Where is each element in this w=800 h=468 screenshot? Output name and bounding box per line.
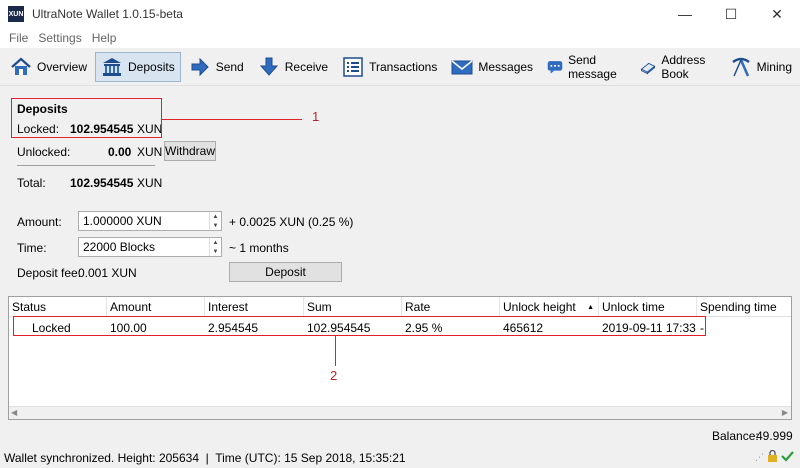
column-rate[interactable]: Rate	[402, 297, 500, 317]
horizontal-scrollbar[interactable]: ◀ ▶	[9, 406, 791, 419]
column-unlock-height[interactable]: Unlock height ▲	[500, 297, 599, 317]
list-icon	[343, 56, 363, 77]
column-sum[interactable]: Sum	[304, 297, 402, 317]
tab-address-book[interactable]: Address Book	[634, 52, 721, 82]
status-bar: Wallet synchronized. Height: 205634 | Ti…	[0, 448, 800, 468]
amount-value: 1.000000 XUN	[83, 214, 162, 228]
tab-receive-label: Receive	[284, 59, 329, 74]
send-arrow-icon	[191, 57, 209, 76]
annotation-box-1	[11, 98, 162, 138]
menu-help[interactable]: Help	[87, 31, 122, 45]
unlocked-unit: XUN	[137, 145, 163, 159]
time-label: Time:	[17, 241, 47, 255]
menu-file[interactable]: File	[4, 31, 33, 45]
menu-bar: File Settings Help	[0, 28, 800, 48]
balance-label: Balance:	[712, 429, 759, 443]
title-bar: XUN UltraNote Wallet 1.0.15-beta — ☐ ✕	[0, 0, 800, 28]
column-unlock-time[interactable]: Unlock time	[599, 297, 697, 317]
app-logo-icon: XUN	[8, 6, 24, 22]
maximize-button[interactable]: ☐	[708, 0, 754, 28]
resize-grip-icon: ⋰	[755, 452, 764, 462]
column-unlock-height-label: Unlock height	[503, 300, 576, 314]
checkmark-icon	[781, 450, 794, 465]
pickaxe-icon	[731, 57, 750, 77]
menu-settings[interactable]: Settings	[33, 31, 86, 45]
home-icon	[11, 57, 31, 75]
deposit-button[interactable]: Deposit	[229, 262, 342, 282]
deposits-table: Status Amount Interest Sum Rate Unlock h…	[8, 296, 792, 420]
annotation-label-1: 1	[312, 109, 320, 124]
column-amount[interactable]: Amount	[107, 297, 205, 317]
tab-overview[interactable]: Overview	[4, 52, 93, 82]
unlocked-value: 0.00	[108, 145, 132, 159]
amount-stepper[interactable]: ▲ ▼	[209, 212, 221, 230]
tab-deposits-label: Deposits	[128, 59, 175, 74]
book-icon	[640, 62, 656, 74]
time-value: 22000 Blocks	[83, 240, 156, 254]
table-header: Status Amount Interest Sum Rate Unlock h…	[9, 297, 791, 317]
annotation-line-1	[162, 119, 302, 120]
up-arrow-icon[interactable]: ▲	[210, 212, 221, 221]
time-duration-note: ~ 1 months	[229, 241, 289, 255]
tab-send-message[interactable]: Send message	[541, 52, 632, 82]
column-interest[interactable]: Interest	[205, 297, 304, 317]
deposit-fee-label: Deposit fee:	[17, 266, 82, 280]
summary-divider	[17, 165, 155, 166]
receive-arrow-icon	[259, 57, 278, 76]
minimize-button[interactable]: —	[662, 0, 708, 28]
tab-send-message-label: Send message	[568, 52, 617, 81]
balance-value: 49.999	[756, 429, 793, 443]
deposit-fee-value: 0.001 XUN	[78, 266, 137, 280]
tab-mining[interactable]: Mining	[724, 52, 798, 82]
close-button[interactable]: ✕	[754, 0, 800, 28]
withdraw-button[interactable]: Withdraw	[164, 141, 216, 161]
tab-messages-label: Messages	[478, 59, 534, 74]
tab-transactions[interactable]: Transactions	[336, 52, 443, 82]
lock-icon	[767, 449, 778, 465]
envelope-icon	[451, 59, 473, 74]
down-arrow-icon[interactable]: ▼	[210, 247, 221, 256]
amount-spinbox[interactable]: 1.000000 XUN ▲ ▼	[78, 211, 222, 231]
up-arrow-icon[interactable]: ▲	[210, 238, 221, 247]
time-stepper[interactable]: ▲ ▼	[209, 238, 221, 256]
time-spinbox[interactable]: 22000 Blocks ▲ ▼	[78, 237, 222, 257]
sort-ascending-icon: ▲	[587, 303, 594, 311]
total-unit: XUN	[137, 176, 163, 190]
scroll-right-icon[interactable]: ▶	[782, 408, 788, 417]
chat-bubble-icon	[547, 60, 563, 74]
annotation-box-2	[13, 316, 706, 336]
annotation-line-2	[335, 336, 336, 366]
unlocked-label: Unlocked:	[17, 145, 71, 159]
tab-transactions-label: Transactions	[369, 59, 438, 74]
tab-messages[interactable]: Messages	[445, 52, 539, 82]
tab-address-book-label: Address Book	[661, 52, 706, 81]
tab-send-label: Send	[215, 59, 244, 74]
column-status[interactable]: Status	[9, 297, 107, 317]
total-value: 102.954545	[70, 176, 134, 190]
column-spending-time[interactable]: Spending time	[697, 297, 791, 317]
tab-receive[interactable]: Receive	[252, 52, 334, 82]
tab-overview-label: Overview	[37, 59, 88, 74]
down-arrow-icon[interactable]: ▼	[210, 221, 221, 230]
tab-send[interactable]: Send	[183, 52, 250, 82]
bank-icon	[103, 57, 122, 76]
scroll-left-icon[interactable]: ◀	[11, 408, 17, 417]
tab-mining-label: Mining	[756, 59, 792, 74]
amount-fee-note: + 0.0025 XUN (0.25 %)	[229, 215, 354, 229]
window-title: UltraNote Wallet 1.0.15-beta	[32, 7, 183, 21]
tab-deposits[interactable]: Deposits	[95, 51, 181, 82]
amount-label: Amount:	[17, 215, 62, 229]
deposits-page: Deposits Locked: 102.954545 XUN 1 Unlock…	[0, 86, 800, 448]
annotation-label-2: 2	[330, 368, 338, 383]
sync-status-text: Wallet synchronized. Height: 205634 | Ti…	[4, 451, 406, 465]
total-label: Total:	[17, 176, 46, 190]
toolbar: Overview Deposits Send Receive Transacti…	[0, 48, 800, 86]
